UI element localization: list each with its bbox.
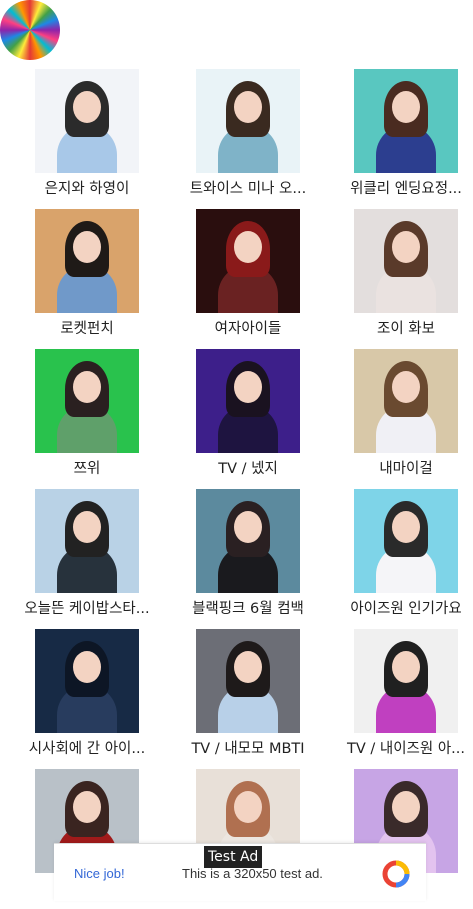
grid-item-caption: 조이 화보	[377, 321, 435, 337]
thumbnail-image[interactable]	[354, 489, 458, 593]
person-face	[73, 651, 101, 683]
grid-item-caption: 쯔위	[73, 461, 101, 477]
thumbnail-image[interactable]	[196, 69, 300, 173]
grid-item-caption: 시사회에 간 아이...	[28, 741, 146, 757]
grid-item[interactable]: 조이 화보	[329, 209, 473, 349]
test-ad-banner[interactable]: Test Ad Nice job! This is a 320x50 test …	[54, 843, 426, 901]
test-ad-label: Test Ad	[204, 846, 263, 868]
adchoices-logo-icon[interactable]	[382, 860, 410, 888]
grid-item-caption: 여자아이들	[214, 321, 282, 337]
grid-item[interactable]: TV / 넸지	[171, 349, 321, 489]
thumbnail-image[interactable]	[35, 209, 139, 313]
grid-item-caption: 오늘뜬 케이밥스타...	[24, 601, 150, 617]
grid-item[interactable]: 은지와 하영이	[10, 69, 160, 209]
grid-item-caption: 트와이스 미나 오...	[189, 181, 307, 197]
person-face	[73, 371, 101, 403]
grid-item[interactable]: 아이즈원 인기가요	[329, 489, 473, 629]
person-face	[234, 511, 262, 543]
person-face	[392, 651, 420, 683]
person-face	[392, 371, 420, 403]
person-face	[73, 511, 101, 543]
thumbnail-image[interactable]	[196, 489, 300, 593]
person-face	[392, 791, 420, 823]
thumbnail-image[interactable]	[35, 489, 139, 593]
grid-item-caption: 아이즈원 인기가요	[350, 601, 462, 617]
grid-item[interactable]: 위클리 엔딩요정...	[329, 69, 473, 209]
grid-item-caption: 내마이걸	[379, 461, 433, 477]
person-face	[392, 511, 420, 543]
person-face	[234, 791, 262, 823]
grid-item[interactable]: 블랙핑크 6월 컴백	[171, 489, 321, 629]
ad-nice-job-text: Nice job!	[74, 866, 125, 881]
person-face	[392, 231, 420, 263]
thumbnail-image[interactable]	[35, 629, 139, 733]
grid-item[interactable]: 쯔위	[10, 349, 160, 489]
thumbnail-image[interactable]	[35, 69, 139, 173]
grid-item[interactable]: TV / 내이즈원 아...	[329, 629, 473, 769]
person-face	[73, 791, 101, 823]
thumbnail-image[interactable]	[35, 349, 139, 453]
video-grid: 은지와 하영이 트와이스 미나 오... 위클리 엔딩요정... 로켓펀치 여자아이들 조…	[0, 0, 473, 900]
thumbnail-image[interactable]	[354, 69, 458, 173]
grid-item[interactable]: 트와이스 미나 오...	[171, 69, 321, 209]
grid-item-caption: TV / 내이즈원 아...	[346, 741, 466, 757]
grid-item[interactable]: 내마이걸	[329, 349, 473, 489]
grid-item[interactable]: 로켓펀치	[10, 209, 160, 349]
grid-item-caption: 위클리 엔딩요정...	[350, 181, 462, 197]
person-face	[234, 651, 262, 683]
grid-item-caption: 로켓펀치	[60, 321, 114, 337]
thumbnail-image[interactable]	[354, 349, 458, 453]
person-face	[234, 371, 262, 403]
grid-item[interactable]: 여자아이들	[171, 209, 321, 349]
person-face	[73, 91, 101, 123]
thumbnail-image[interactable]	[196, 629, 300, 733]
person-face	[234, 231, 262, 263]
thumbnail-image[interactable]	[196, 209, 300, 313]
person-face	[73, 231, 101, 263]
person-face	[392, 91, 420, 123]
grid-item[interactable]: 시사회에 간 아이...	[10, 629, 160, 769]
grid-item-caption: 은지와 하영이	[44, 181, 130, 197]
grid-item-caption: TV / 내모모 MBTI	[191, 741, 305, 757]
ad-main-text: This is a 320x50 test ad.	[182, 866, 323, 881]
grid-item[interactable]: TV / 내모모 MBTI	[171, 629, 321, 769]
thumbnail-image[interactable]	[354, 209, 458, 313]
thumbnail-image[interactable]	[354, 629, 458, 733]
thumbnail-image[interactable]	[196, 349, 300, 453]
grid-item-caption: TV / 넸지	[218, 461, 278, 477]
person-face	[234, 91, 262, 123]
grid-item[interactable]: 오늘뜬 케이밥스타...	[10, 489, 160, 629]
grid-item-caption: 블랙핑크 6월 컴백	[192, 601, 304, 617]
